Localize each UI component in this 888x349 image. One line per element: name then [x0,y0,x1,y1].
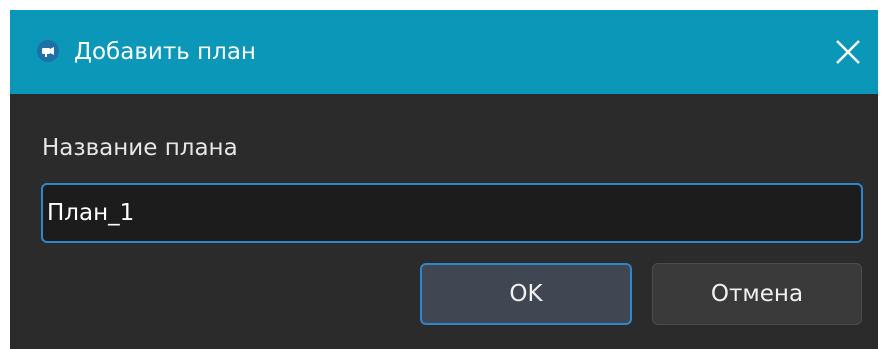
title-bar[interactable]: Добавить план [10,10,878,94]
add-plan-dialog: Добавить план Название плана OK Отмена [10,10,878,349]
camera-icon [37,40,59,62]
plan-name-input[interactable] [41,183,863,243]
close-button[interactable] [828,32,868,72]
plan-name-label: Название плана [42,135,238,161]
cancel-button[interactable]: Отмена [652,263,862,325]
ok-button[interactable]: OK [420,263,632,325]
dialog-title: Добавить план [74,39,256,65]
close-icon [836,40,860,64]
